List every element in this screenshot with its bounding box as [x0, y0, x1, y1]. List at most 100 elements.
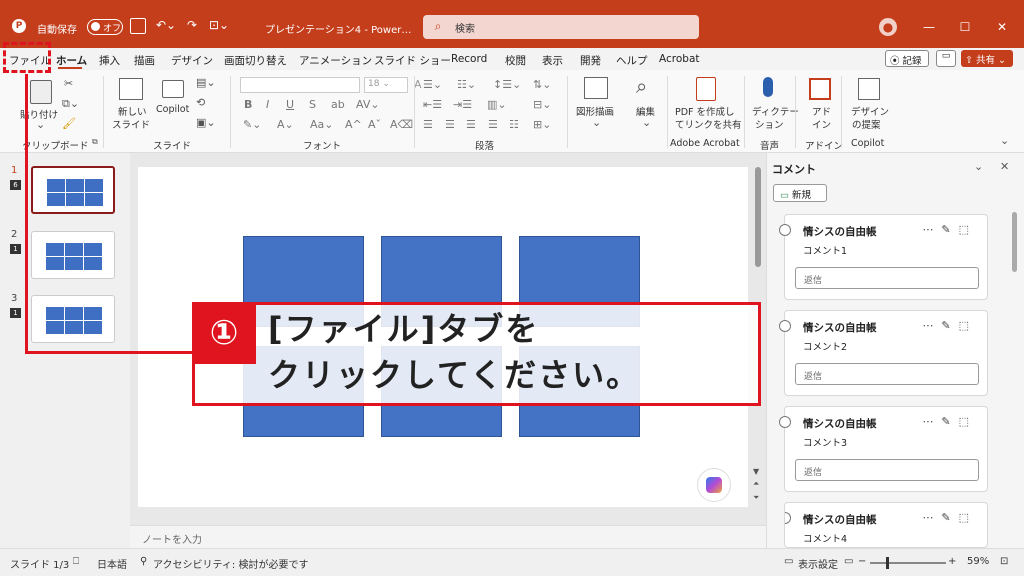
tab-acrobat[interactable]: Acrobat [659, 53, 700, 65]
maximize-icon[interactable]: ☐ [956, 18, 974, 36]
bullets-icon[interactable]: ☰⌄ [423, 78, 442, 91]
columns-icon[interactable]: ▥⌄ [487, 98, 507, 111]
font-color-icon[interactable]: A⌄ [277, 118, 294, 131]
indent-decrease-icon[interactable]: ⇤☰ [423, 98, 442, 111]
paste-icon[interactable] [30, 80, 52, 104]
tab-design[interactable]: デザイン [171, 53, 213, 68]
reply-input[interactable]: 返信 [795, 459, 979, 481]
smartart-icon[interactable]: ⊞⌄ [533, 118, 551, 131]
align-text-icon[interactable]: ⊟⌄ [533, 98, 551, 111]
distributed-icon[interactable]: ☷ [509, 118, 519, 131]
grow-font-icon[interactable]: A^ [345, 118, 362, 131]
clear-format-icon[interactable]: A⌫ [390, 118, 413, 131]
shapes-dropdown-icon[interactable]: ⌄ [592, 116, 601, 129]
microphone-icon[interactable] [763, 77, 773, 97]
comment-card[interactable]: 情シスの自由帳 コメント3 ⋯✎⬚ 返信 [779, 406, 988, 492]
group-expand-icon[interactable]: ⧉ [92, 137, 98, 147]
dictate-label-1[interactable]: ディクテー [752, 104, 799, 118]
copy-icon[interactable]: ⧉⌄ [62, 97, 79, 111]
layout-icon[interactable]: ▤⌄ [196, 76, 216, 89]
direction-icon[interactable]: ⇅⌄ [533, 78, 551, 91]
comment-card[interactable]: 情シスの自由帳 コメント2 ⋯✎⬚ 返信 [779, 310, 988, 396]
designer-label-1[interactable]: デザイン [851, 104, 889, 118]
tab-animations[interactable]: アニメーション [299, 53, 372, 68]
font-size-increase-icon[interactable]: A [414, 78, 422, 91]
designer-label-2[interactable]: の提案 [852, 117, 881, 131]
format-painter-icon[interactable]: 🖌 [62, 117, 76, 130]
align-left-icon[interactable]: ☰ [423, 118, 433, 131]
section-icon[interactable]: ▣⌄ [196, 116, 216, 129]
editing-search-icon[interactable]: ⌕ [636, 74, 647, 98]
fit-slide-icon[interactable]: ⊡ [1000, 556, 1008, 567]
comment-actions[interactable]: ⋯✎⬚ [922, 223, 977, 236]
font-size-dropdown[interactable]: 18 ⌄ [364, 77, 408, 93]
comments-scrollbar[interactable] [1012, 212, 1017, 272]
tab-transitions[interactable]: 画面切り替え [224, 53, 287, 68]
new-slide-label-2[interactable]: スライド [112, 117, 150, 131]
copilot-floating-button[interactable] [697, 468, 731, 502]
case-icon[interactable]: Aa⌄ [310, 118, 333, 131]
comment-actions[interactable]: ⋯✎⬚ [922, 319, 977, 332]
prev-slide-icon[interactable]: ⏶ [753, 479, 759, 489]
shadow-icon[interactable]: ab [331, 98, 345, 111]
pdf-label-2[interactable]: てリンクを共有 [675, 117, 742, 131]
tab-view[interactable]: 表示 [542, 53, 563, 68]
zoom-in-icon[interactable]: + [948, 556, 956, 567]
spellcheck-icon[interactable]: ⎕ [73, 556, 79, 567]
reply-input[interactable]: 返信 [795, 363, 979, 385]
zoom-out-icon[interactable]: − [858, 556, 866, 567]
reset-icon[interactable]: ⟲ [196, 96, 205, 109]
zoom-level[interactable]: 59% [967, 556, 989, 567]
display-settings-icon[interactable]: ▭ [784, 556, 793, 567]
zoom-slider-thumb[interactable] [886, 557, 889, 569]
comments-button[interactable]: ▭ [936, 50, 956, 67]
view-normal-icon[interactable]: ▭ [844, 556, 853, 567]
tab-insert[interactable]: 挿入 [99, 53, 120, 68]
zoom-slider[interactable] [870, 557, 946, 569]
align-center-icon[interactable]: ☰ [445, 118, 455, 131]
reply-input[interactable]: 返信 [795, 267, 979, 289]
new-slide-label[interactable]: 新しい [118, 104, 147, 118]
line-spacing-icon[interactable]: ↕☰⌄ [493, 78, 521, 91]
highlight-icon[interactable]: ✎⌄ [243, 118, 261, 131]
language-label[interactable]: 日本語 [97, 556, 127, 571]
align-right-icon[interactable]: ☰ [466, 118, 476, 131]
tab-help[interactable]: ヘルプ [616, 53, 648, 68]
new-slide-icon[interactable] [119, 78, 143, 100]
slide-thumbnail-2[interactable] [31, 231, 115, 279]
spacing-icon[interactable]: AV⌄ [356, 98, 380, 111]
indent-increase-icon[interactable]: ⇥☰ [453, 98, 472, 111]
addins-label-2[interactable]: イン [812, 117, 831, 131]
scroll-down-icon[interactable]: ▼ [753, 467, 759, 476]
search-input[interactable]: ⌕ 検索 [423, 15, 699, 39]
tab-review[interactable]: 校閲 [505, 53, 526, 68]
underline-icon[interactable]: U [286, 98, 294, 111]
tab-slideshow[interactable]: スライド ショー [374, 53, 451, 68]
shrink-font-icon[interactable]: Aˇ [368, 118, 381, 131]
comments-close-icon[interactable]: ✕ [1000, 160, 1009, 173]
bold-icon[interactable]: B [244, 98, 252, 111]
italic-icon[interactable]: I [266, 98, 269, 111]
dictate-label-2[interactable]: ション [755, 117, 784, 131]
copilot-icon[interactable] [162, 80, 184, 98]
undo-icon[interactable]: ↶⌄ [155, 16, 177, 34]
shapes-icon[interactable] [584, 77, 608, 99]
tab-record[interactable]: Record [451, 53, 487, 65]
strikethrough-icon[interactable]: S [309, 98, 316, 111]
tab-draw[interactable]: 描画 [134, 53, 155, 68]
new-comment-button[interactable]: ▭ 新規 [773, 184, 827, 202]
slide-thumbnail-1[interactable] [31, 166, 115, 214]
designer-icon[interactable] [858, 78, 880, 100]
record-button[interactable]: ⦿ 記録 [885, 50, 929, 67]
copilot-label[interactable]: Copilot [156, 104, 189, 115]
minimize-icon[interactable]: — [920, 18, 938, 36]
accessibility-icon[interactable]: ⚲ [140, 556, 147, 567]
autosave-toggle[interactable]: オフ [87, 19, 123, 35]
ribbon-collapse-icon[interactable]: ⌄ [1000, 134, 1009, 147]
comment-card[interactable]: 情シスの自由帳 コメント4 ⋯✎⬚ [784, 502, 988, 548]
comments-menu-icon[interactable]: ⌄ [974, 160, 983, 173]
share-button[interactable]: ⇧ 共有 ⌄ [961, 50, 1013, 67]
save-icon[interactable] [130, 18, 146, 34]
comment-card[interactable]: 情シスの自由帳 コメント1 ⋯✎⬚ 返信 [779, 214, 988, 300]
tab-developer[interactable]: 開発 [580, 53, 601, 68]
